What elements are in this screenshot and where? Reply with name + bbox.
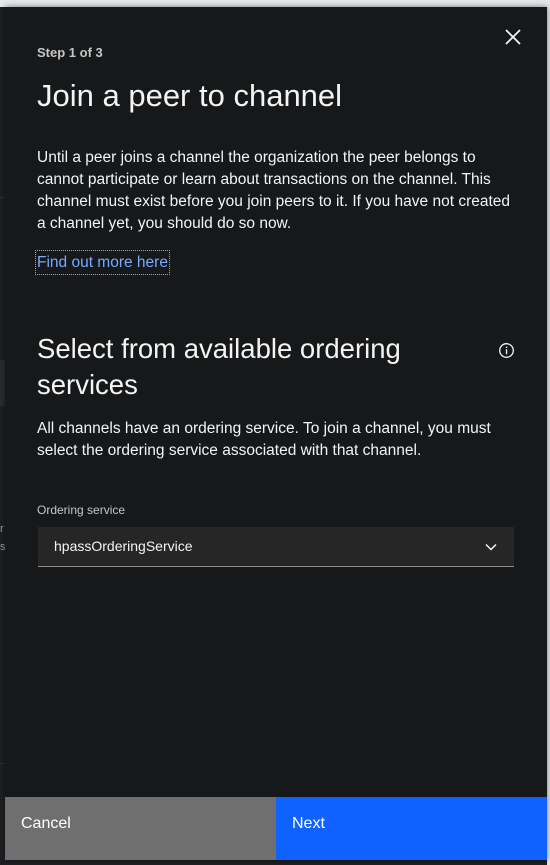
backdrop-text: r	[0, 523, 4, 535]
close-button[interactable]	[497, 21, 529, 53]
close-icon	[505, 29, 521, 45]
intro-text: Until a peer joins a channel the organiz…	[37, 149, 511, 232]
selected-ordering-service: hpassOrderingService	[54, 538, 193, 554]
ordering-service-label: Ordering service	[37, 503, 126, 517]
ordering-section-description: All channels have an ordering service. T…	[37, 420, 491, 459]
find-out-more-link[interactable]: Find out more here	[35, 250, 170, 275]
footer-actions: Cancel Next	[5, 797, 547, 860]
info-icon	[499, 343, 514, 358]
chevron-down-icon	[485, 543, 497, 551]
page-title: Join a peer to channel	[37, 78, 343, 113]
step-indicator: Step 1 of 3	[37, 45, 103, 60]
cancel-button[interactable]: Cancel	[5, 797, 276, 860]
next-button[interactable]: Next	[276, 797, 547, 860]
ordering-section-title: Select from available ordering services	[37, 333, 401, 400]
info-button[interactable]	[498, 342, 515, 359]
page-edge-top	[0, 0, 550, 7]
ordering-service-select[interactable]: hpassOrderingService	[38, 527, 514, 567]
